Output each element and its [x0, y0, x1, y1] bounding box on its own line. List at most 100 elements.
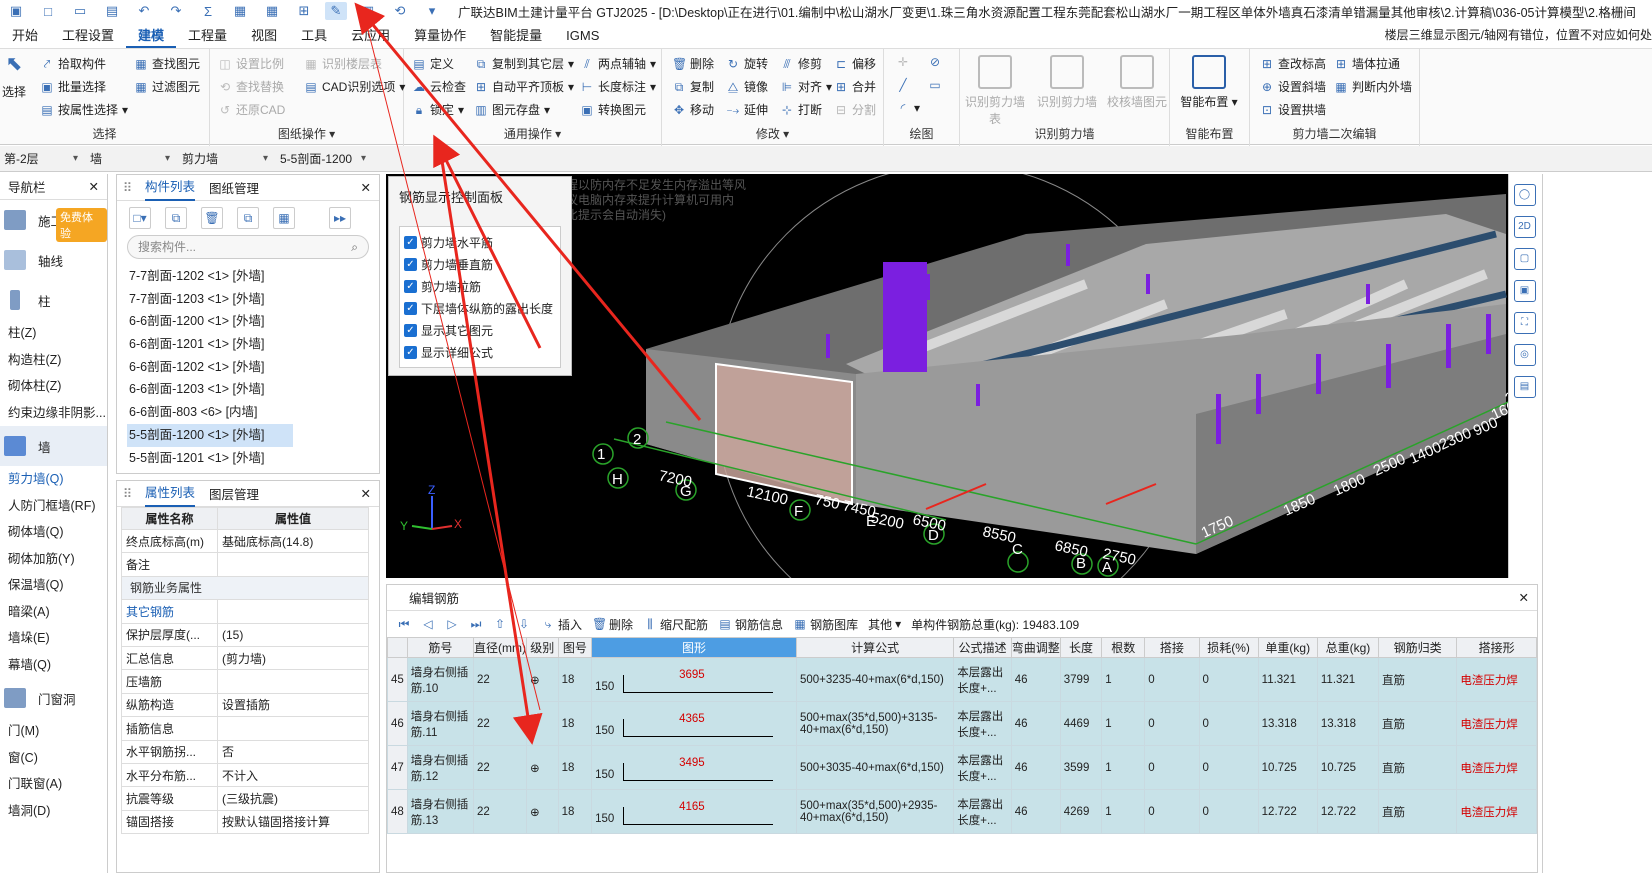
- line-draw-button[interactable]: ╱: [896, 78, 910, 92]
- free-trial-badge[interactable]: 免费体验: [56, 208, 107, 242]
- rebar-cell-total-w[interactable]: 10.725: [1316, 745, 1379, 790]
- nav-item[interactable]: 门联窗(A): [0, 771, 107, 798]
- component-row[interactable]: 6-6剖面-1202 <1> [外墙]: [117, 356, 379, 379]
- check-wall-button[interactable]: 校核墙图元: [1102, 55, 1172, 110]
- mirror-button[interactable]: ⧋ 镜像: [726, 78, 768, 95]
- last-row-button[interactable]: ⏭: [469, 617, 483, 631]
- property-value[interactable]: 设置插筋: [217, 692, 369, 718]
- nav-item[interactable]: 墙垛(E): [0, 625, 107, 652]
- tab-property-list[interactable]: 属性列表: [145, 481, 196, 507]
- smart-layout-button[interactable]: 智能布置 ▾: [1174, 55, 1244, 110]
- rebar-cell-fig[interactable]: 18: [557, 657, 593, 702]
- checkbox-vertical-rebar[interactable]: ✓ 剪力墙垂直筋: [404, 253, 556, 275]
- judge-wall-button[interactable]: ▦ 判断内外墙: [1334, 78, 1412, 95]
- rebar-col-header[interactable]: 计算公式: [795, 637, 955, 658]
- close-icon[interactable]: ✕: [361, 180, 371, 195]
- move-button[interactable]: ✥ 移动: [672, 101, 714, 118]
- rebar-cell-desc[interactable]: 本层露出长度+...: [953, 745, 1012, 790]
- property-value[interactable]: 不计入: [217, 762, 369, 788]
- nav-category-wall[interactable]: 墙: [0, 426, 107, 466]
- rebar-cell-fig[interactable]: 18: [557, 701, 593, 746]
- nav-item[interactable]: 约束边缘非阴影...: [0, 400, 107, 427]
- rebar-cell-cat[interactable]: 直筋: [1377, 657, 1458, 702]
- view-2d-icon[interactable]: 2D: [1513, 216, 1536, 238]
- point-draw-button[interactable]: ✛: [896, 55, 910, 69]
- insert-button[interactable]: ⤷ 插入: [541, 616, 582, 633]
- rebar-col-header[interactable]: 单重(kg): [1257, 637, 1318, 658]
- delete-button[interactable]: 🗑︎ 删除: [672, 55, 714, 72]
- batch-select-button[interactable]: ▣ 批量选择: [40, 78, 106, 95]
- next-row-button[interactable]: ▷: [445, 617, 459, 631]
- rebar-cell-formula[interactable]: 500+max(35*d,500)+3135-40+max(6*d,150): [795, 701, 955, 746]
- rebar-col-header[interactable]: 搭接形: [1456, 637, 1537, 658]
- more-icon[interactable]: ▾: [421, 2, 443, 20]
- property-value[interactable]: [217, 669, 369, 694]
- property-value[interactable]: [217, 552, 369, 577]
- nav-item[interactable]: 砌体墙(Q): [0, 519, 107, 546]
- rebar-col-header[interactable]: 图号: [557, 637, 593, 658]
- nav-item[interactable]: 砌体柱(Z): [0, 373, 107, 400]
- drag-handle-icon[interactable]: ⠿: [123, 486, 132, 501]
- recog-floor-button[interactable]: ▦ 识别楼层表: [304, 55, 382, 72]
- nav-category-column[interactable]: 柱: [0, 280, 107, 320]
- rebar-cell-formula[interactable]: 500+max(35*d,500)+2935-40+max(6*d,150): [795, 789, 955, 834]
- drag-handle-icon[interactable]: ⠿: [123, 180, 132, 195]
- rebar-cell-name[interactable]: 墙身右侧插筋.11: [406, 701, 474, 746]
- close-icon[interactable]: ✕: [89, 179, 99, 194]
- nav-item[interactable]: 门(M): [0, 718, 107, 745]
- tab-start[interactable]: 开始: [0, 24, 50, 48]
- rebar-cell-total-w[interactable]: 11.321: [1316, 657, 1379, 702]
- rebar-cell-lap[interactable]: 0: [1144, 745, 1200, 790]
- save-element-button[interactable]: ▥ 图元存盘 ▾: [474, 101, 550, 118]
- rebar-col-header[interactable]: 损耗(%): [1198, 637, 1259, 658]
- tab-tools[interactable]: 工具: [289, 24, 339, 48]
- tab-smart[interactable]: 智能提量: [478, 24, 554, 48]
- undo-icon[interactable]: ↶: [133, 2, 155, 20]
- zoom-icon[interactable]: ⊞: [293, 2, 315, 20]
- rebar-cell-length[interactable]: 3799: [1059, 657, 1103, 702]
- rebar-col-header[interactable]: 筋号: [406, 637, 474, 658]
- rotate-button[interactable]: ↻ 旋转: [726, 55, 768, 72]
- rebar-cell-bend[interactable]: 46: [1010, 745, 1061, 790]
- floor-select[interactable]: 第-2层: [0, 148, 80, 170]
- rebar-cell-bend[interactable]: 46: [1010, 657, 1061, 702]
- component-row[interactable]: 6-6剖面-803 <6> [内墙]: [117, 401, 379, 424]
- align-button[interactable]: ⊫ 对齐 ▾: [780, 78, 832, 95]
- sum-icon[interactable]: Σ: [197, 2, 219, 20]
- section-icon[interactable]: ▤: [1513, 376, 1536, 398]
- rebar-cell-length[interactable]: 4469: [1059, 701, 1103, 746]
- orbit-icon[interactable]: ◎: [1513, 344, 1536, 366]
- rebar-shape-cell[interactable]: 150 4165: [591, 789, 797, 834]
- rebar-cell-grade[interactable]: ⊕: [525, 657, 559, 702]
- recog-wall-table-button[interactable]: 识别剪力墙表: [960, 55, 1030, 127]
- split-button[interactable]: ⊟ 分割: [834, 101, 876, 118]
- cad-options-button[interactable]: ▤ CAD识别选项 ▾: [304, 78, 405, 95]
- copy-component-icon[interactable]: ⧉: [165, 207, 187, 229]
- open-folder-icon[interactable]: ▭: [69, 2, 91, 20]
- component-search-input[interactable]: 搜索构件... ⌕: [127, 235, 369, 259]
- nav-item[interactable]: 柱(Z): [0, 320, 107, 347]
- type-select[interactable]: 剪力墙: [178, 148, 270, 170]
- redo-icon[interactable]: ↷: [165, 2, 187, 20]
- pick-component-button[interactable]: ⤤ 拾取构件: [40, 55, 106, 72]
- rebar-cell-dia[interactable]: 22: [472, 789, 527, 834]
- first-row-button[interactable]: ⏮: [397, 617, 411, 631]
- delete-row-button[interactable]: 🗑︎ 删除: [592, 616, 633, 633]
- rebar-cell-loss[interactable]: 0: [1198, 745, 1259, 790]
- property-row[interactable]: 终点底标高(m) 基础底标高(14.8): [121, 528, 369, 554]
- help-notice-link[interactable]: 楼层三维显示图元/轴网有错位，位置不对应如何处: [1385, 26, 1652, 43]
- break-button[interactable]: ⊹ 打断: [780, 101, 822, 118]
- view-box-icon[interactable]: ▣: [1513, 280, 1536, 302]
- rebar-library-button[interactable]: ▦ 钢筋图库: [793, 616, 858, 633]
- layout-icon[interactable]: ▥: [357, 2, 379, 20]
- rebar-cell-lap-type[interactable]: 电渣压力焊: [1456, 701, 1537, 746]
- filter-component-icon[interactable]: ▦: [273, 207, 295, 229]
- rebar-cell-unit-w[interactable]: 13.318: [1257, 701, 1318, 746]
- convert-element-button[interactable]: ▣ 转换图元: [580, 101, 646, 118]
- nav-item[interactable]: 暗梁(A): [0, 599, 107, 626]
- lock-button[interactable]: 🔒︎ 锁定 ▾: [412, 101, 464, 118]
- rebar-col-header[interactable]: 总重(kg): [1316, 637, 1379, 658]
- property-section-row[interactable]: 钢筋业务属性: [121, 575, 369, 601]
- rebar-col-header[interactable]: 根数: [1101, 637, 1146, 658]
- offset-button[interactable]: ⊏ 偏移: [834, 55, 876, 72]
